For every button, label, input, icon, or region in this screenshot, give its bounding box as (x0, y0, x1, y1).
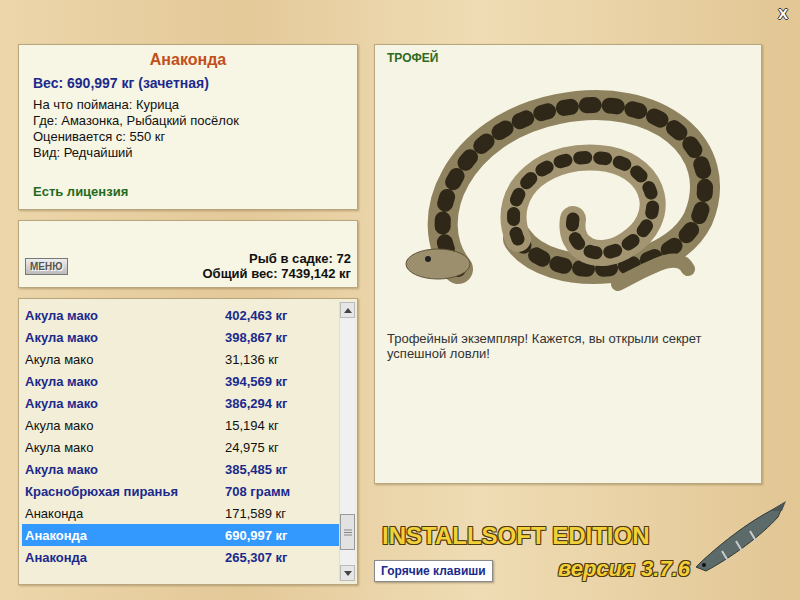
row-name: Анаконда (25, 506, 225, 521)
row-weight: 15,194 кг (225, 418, 279, 433)
row-name: Акула мако (25, 396, 225, 411)
total-weight: Общий вес: 7439,142 кг (202, 266, 351, 281)
left-column: Анаконда Вес: 690,997 кг (зачетная) На что… (18, 44, 358, 585)
catch-details: На что поймана: КурицаГде: Амазонка, Рыб… (33, 97, 343, 161)
trophy-panel: ТРОФЕЙ Трофейный экземпляр! Кажется, вы о… (374, 44, 762, 484)
catch-row[interactable]: Анаконда171,589 кг (22, 502, 339, 524)
anaconda-icon (398, 69, 738, 309)
top-bar: X (18, 0, 790, 44)
logo-area: INSTALLSOFT EDITION Горячие клавиши версия… (374, 522, 690, 585)
catch-row[interactable]: Анаконда265,307 кг (22, 546, 339, 568)
detail-line: Оценивается с: 550 кг (33, 129, 343, 145)
fish-picture (387, 69, 749, 313)
right-column: ТРОФЕЙ Трофейный экземпляр! Кажется, вы о… (374, 44, 790, 585)
scroll-thumb[interactable] (340, 514, 355, 550)
row-weight: 171,589 кг (225, 506, 286, 521)
row-name: Акула мако (25, 352, 225, 367)
row-weight: 402,463 кг (225, 308, 288, 323)
keepnet-stats: Рыб в садке: 72Общий вес: 7439,142 кг (202, 251, 351, 281)
keepnet-card: МЕНЮ Рыб в садке: 72Общий вес: 7439,142 к… (18, 220, 358, 288)
grip-icon (344, 529, 352, 536)
row-weight: 708 грамм (225, 484, 290, 499)
row-name: Акула мако (25, 440, 225, 455)
scroll-down-button[interactable] (340, 565, 355, 581)
logo-title: INSTALLSOFT EDITION (374, 522, 690, 550)
row-name: Акула мако (25, 374, 225, 389)
row-name: Акула мако (25, 418, 225, 433)
catch-screen: X Анаконда Вес: 690,997 кг (зачетная) На чт… (0, 0, 800, 600)
row-name: Акула мако (25, 462, 225, 477)
scroll-up-button[interactable] (340, 302, 355, 318)
row-weight: 398,867 кг (225, 330, 288, 345)
catch-row[interactable]: Акула мако31,136 кг (22, 348, 339, 370)
row-name: Акула мако (25, 330, 225, 345)
detail-line: Где: Амазонка, Рыбацкий посёлок (33, 113, 343, 129)
catch-row[interactable]: Акула мако15,194 кг (22, 414, 339, 436)
logo-row: Горячие клавиши версия 3.7.6 (374, 556, 690, 582)
catch-rows: Акула мако402,463 кгАкула мако398,867 кг… (22, 302, 339, 581)
catch-row[interactable]: Акула мако398,867 кг (22, 326, 339, 348)
fish-name: Анаконда (33, 51, 343, 69)
version-label: версия 3.7.6 (558, 556, 690, 582)
detail-line: На что поймана: Курица (33, 97, 343, 113)
row-weight: 24,975 кг (225, 440, 279, 455)
license-status: Есть лицензия (33, 184, 343, 199)
catch-list: Акула мако402,463 кгАкула мако398,867 кг… (18, 298, 358, 585)
fish-count: Рыб в садке: 72 (202, 251, 351, 266)
sturgeon-icon (692, 501, 788, 573)
trophy-message: Трофейный экземпляр! Кажется, вы открыли… (387, 331, 749, 361)
trophy-label: ТРОФЕЙ (387, 51, 749, 65)
catch-row[interactable]: Акула мако386,294 кг (22, 392, 339, 414)
catch-row[interactable]: Краснобрюхая пиранья708 грамм (22, 480, 339, 502)
scroll-track[interactable] (340, 318, 355, 565)
main-area: Анаконда Вес: 690,997 кг (зачетная) На что… (18, 44, 790, 585)
row-weight: 690,997 кг (225, 528, 288, 543)
row-weight: 385,485 кг (225, 462, 288, 477)
row-name: Акула мако (25, 308, 225, 323)
catch-row[interactable]: Акула мако394,569 кг (22, 370, 339, 392)
row-weight: 386,294 кг (225, 396, 288, 411)
row-name: Анаконда (25, 528, 225, 543)
detail-line: Вид: Редчайший (33, 145, 343, 161)
catch-info-card: Анаконда Вес: 690,997 кг (зачетная) На что… (18, 44, 358, 210)
up-arrow-icon (344, 308, 352, 313)
row-weight: 31,136 кг (225, 352, 279, 367)
catch-row[interactable]: Анаконда690,997 кг (22, 524, 339, 546)
row-name: Анаконда (25, 550, 225, 565)
catch-row[interactable]: Акула мако385,485 кг (22, 458, 339, 480)
down-arrow-icon (344, 571, 352, 576)
row-weight: 265,307 кг (225, 550, 288, 565)
scrollbar[interactable] (339, 302, 355, 581)
hotkeys-button[interactable]: Горячие клавиши (374, 560, 493, 582)
row-name: Краснобрюхая пиранья (25, 484, 225, 499)
catch-row[interactable]: Акула мако402,463 кг (22, 304, 339, 326)
menu-button[interactable]: МЕНЮ (25, 258, 68, 275)
catch-row[interactable]: Акула мако24,975 кг (22, 436, 339, 458)
bottom-area: INSTALLSOFT EDITION Горячие клавиши версия… (374, 484, 790, 585)
row-weight: 394,569 кг (225, 374, 288, 389)
close-button[interactable]: X (776, 6, 790, 22)
fish-weight: Вес: 690,997 кг (зачетная) (33, 75, 343, 91)
